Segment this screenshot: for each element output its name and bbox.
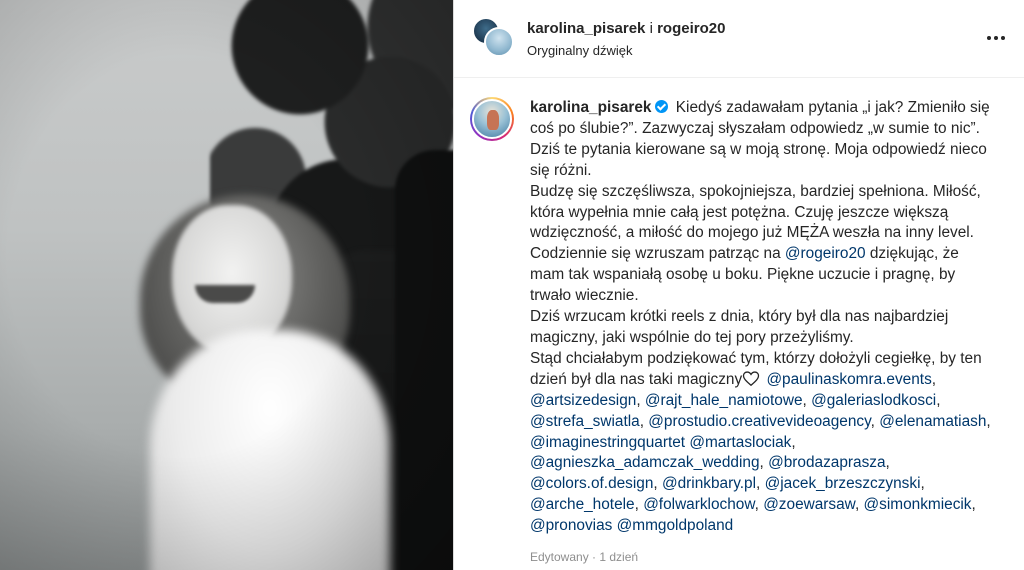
mention-separator: , (920, 475, 930, 493)
post-header: karolina_pisarek i rogeiro20 Oryginalny … (454, 0, 1024, 78)
mention-link[interactable]: @martaslociak (689, 434, 791, 451)
post-meta: Edytowany · 1 dzień (530, 550, 638, 564)
mention-link[interactable]: @drinkbary.pl (662, 475, 756, 492)
caption-username[interactable]: karolina_pisarek (530, 99, 652, 116)
mention-link[interactable]: @galeriaslodkosci (811, 392, 936, 409)
header-joiner: i (645, 20, 658, 37)
mention-link[interactable]: @zoewarsaw (763, 496, 855, 513)
mention-separator: , (854, 496, 864, 514)
mention-link[interactable]: @colors.of.design (530, 475, 653, 492)
collab-avatars[interactable] (472, 17, 516, 61)
more-options-button[interactable] (985, 26, 1007, 50)
mention-separator: , (653, 475, 662, 493)
header-user-link-2[interactable]: rogeiro20 (657, 20, 725, 37)
mention-separator: , (936, 391, 945, 409)
post-panel: karolina_pisarek i rogeiro20 Oryginalny … (453, 0, 1024, 570)
mention-separator: , (885, 454, 895, 472)
mention-link[interactable]: @artsizedesign (530, 392, 636, 409)
mention-separator: , (802, 391, 812, 409)
mention-separator: , (931, 370, 941, 388)
mention-link[interactable]: @paulinaskomra.events (766, 371, 931, 388)
reel-video[interactable] (0, 0, 453, 570)
mention-separator: , (986, 412, 995, 430)
mention-link[interactable]: @mmgoldpoland (617, 517, 734, 534)
post-time[interactable]: 1 dzień (599, 550, 638, 564)
mention-rogeiro20[interactable]: @rogeiro20 (785, 245, 866, 262)
mention-link[interactable]: @pronovias (530, 517, 612, 534)
mention-link[interactable]: @folwarklochow (643, 496, 754, 513)
caption-text: karolina_pisarek Kiedyś zadawałam pytani… (530, 98, 995, 537)
mention-link[interactable]: @imaginestringquartet (530, 434, 685, 451)
more-options-icon-dot-2 (994, 36, 998, 40)
header-usernames: karolina_pisarek i rogeiro20 (527, 20, 725, 37)
mention-link[interactable]: @prostudio.creativevideoagency (648, 413, 870, 430)
meta-dot: · (588, 550, 600, 564)
mention-separator: , (791, 433, 800, 451)
mention-link[interactable]: @rajt_hale_namiotowe (645, 392, 803, 409)
audio-label[interactable]: Oryginalny dźwięk (527, 43, 633, 58)
mention-separator: , (756, 475, 765, 493)
mention-link[interactable]: @strefa_swiatla (530, 413, 640, 430)
mention-link[interactable]: @simonkmiecik (864, 496, 972, 513)
mention-link[interactable]: @agnieszka_adamczak_wedding (530, 454, 760, 471)
caption-comment: karolina_pisarek Kiedyś zadawałam pytani… (454, 78, 1024, 534)
header-user-link-1[interactable]: karolina_pisarek (527, 20, 645, 37)
video-vignette (0, 0, 453, 570)
mention-separator: , (759, 454, 769, 472)
mention-link[interactable]: @arche_hotele (530, 496, 635, 513)
mention-separator: , (870, 412, 880, 430)
caption-body-2: dziękując, że mam tak wspaniałą osobę u … (530, 245, 982, 388)
mention-link[interactable]: @elenamatiash (879, 413, 986, 430)
mention-separator: , (636, 391, 645, 409)
mention-separator: , (754, 496, 764, 514)
avatar-karolina[interactable] (484, 27, 514, 57)
caption-body-1: Kiedyś zadawałam pytania „i jak? Zmienił… (530, 99, 990, 263)
mention-link[interactable]: @brodazaprasza (768, 454, 885, 471)
mention-separator: , (639, 412, 649, 430)
mention-separator: , (634, 496, 644, 514)
verified-badge-icon (654, 100, 668, 113)
mention-separator: , (971, 496, 981, 514)
caption-avatar[interactable] (470, 97, 514, 141)
more-options-icon-dot-3 (1001, 36, 1005, 40)
more-options-icon (987, 36, 991, 40)
mention-link[interactable]: @jacek_brzeszczynski (765, 475, 921, 492)
avatar-photo (472, 99, 512, 139)
mention-list: @paulinaskomra.events, @artsizedesign, @… (530, 371, 995, 534)
heart-outline-icon (743, 371, 760, 386)
edited-label: Edytowany (530, 550, 589, 564)
